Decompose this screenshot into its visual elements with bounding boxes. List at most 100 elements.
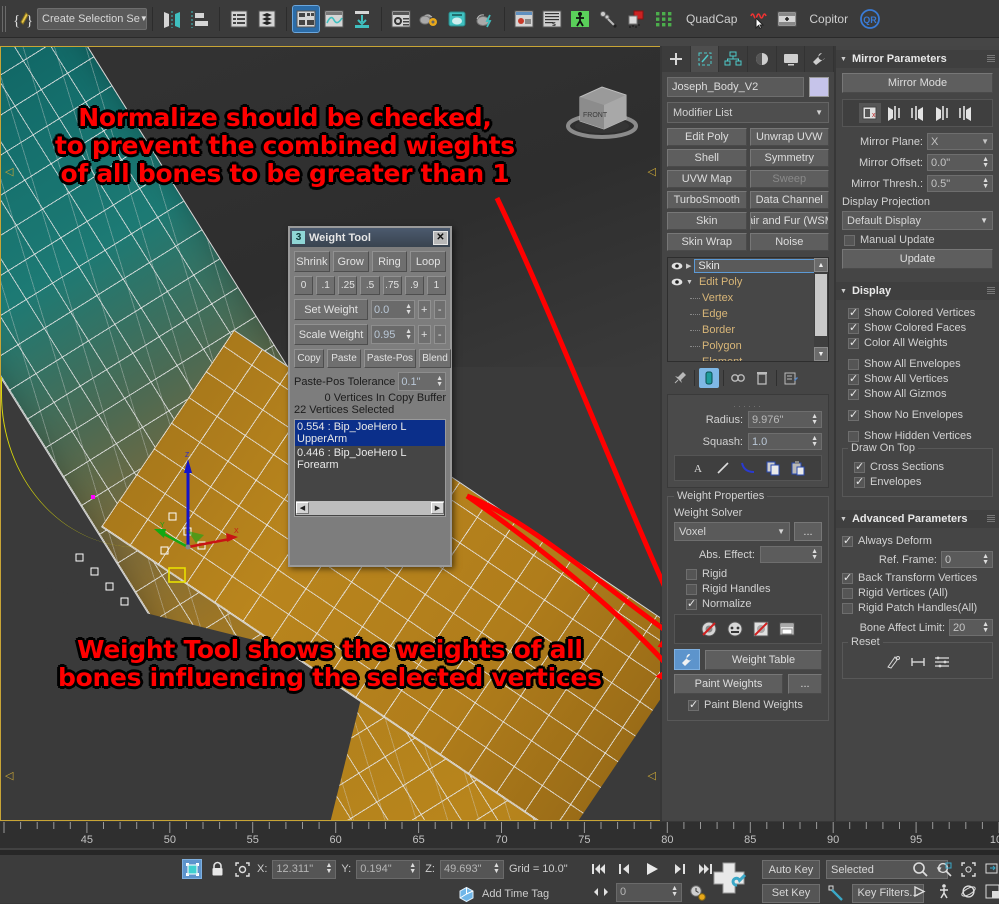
render-setup-icon[interactable]: s (539, 6, 565, 32)
stack-item-edit-poly[interactable]: ▼ Edit Poly (668, 274, 828, 290)
always-deform-row[interactable]: Always Deform (842, 534, 993, 547)
normalize-checkbox-row[interactable]: Normalize (686, 597, 822, 610)
paint-blend-weights-row[interactable]: Paint Blend Weights (688, 698, 822, 711)
squiggle-cursor-icon[interactable] (746, 6, 772, 32)
paint-weights-button[interactable]: Paint Weights (674, 674, 783, 694)
copy-icon[interactable] (762, 458, 784, 478)
key-mode-toggle-icon[interactable] (826, 883, 846, 903)
close-icon[interactable]: ✕ (433, 230, 448, 245)
curve-icon[interactable] (737, 458, 759, 478)
show-all-envelopes-checkbox[interactable] (848, 358, 859, 370)
display-projection-dropdown[interactable]: Default Display ▼ (842, 211, 993, 230)
curve-editor-icon[interactable] (321, 6, 347, 32)
weight-tool-dialog[interactable]: 3 Weight Tool ✕ Shrink Grow Ring Loop 0 … (288, 226, 452, 567)
import-icon[interactable] (349, 6, 375, 32)
mirror-mode-button[interactable]: Mirror Mode (842, 73, 993, 93)
spinner-arrows-icon[interactable]: ▲ ▼ (405, 303, 412, 316)
spinner-arrows-icon[interactable]: ▲ ▼ (982, 177, 989, 190)
quadcap-button[interactable]: QuadCap (678, 12, 745, 26)
zoom-region-icon[interactable] (982, 859, 999, 879)
modifier-symmetry[interactable]: Symmetry (749, 149, 829, 167)
advanced-parameters-header[interactable]: ▼ Advanced Parameters (836, 510, 999, 528)
viewport-expand-left-icon[interactable]: ◁ (5, 165, 13, 178)
toolbar-grip[interactable] (2, 5, 7, 32)
include-vertices-icon[interactable] (724, 618, 746, 640)
view-cube[interactable]: FRONT (560, 79, 644, 149)
paste-green-bone-icon[interactable] (931, 103, 953, 123)
color-all-weights-row[interactable]: Color All Weights (848, 336, 993, 349)
selection-lock-icon[interactable] (182, 859, 202, 879)
weight-tool-titlebar[interactable]: 3 Weight Tool ✕ (290, 228, 450, 247)
display-rollout-header[interactable]: ▼ Display (836, 282, 999, 300)
paste-blue-bone-icon[interactable] (955, 103, 977, 123)
reset-selected-bone-icon[interactable] (909, 654, 927, 673)
rigid-patch-handles-checkbox[interactable] (842, 602, 853, 614)
rigid-handles-checkbox-row[interactable]: Rigid Handles (686, 583, 822, 595)
abs-absolute-icon[interactable]: A (687, 458, 709, 478)
spinner-arrows-icon[interactable]: ▲ ▼ (982, 553, 989, 566)
rigid-checkbox[interactable] (686, 568, 697, 580)
viewport-expand-bottomright-icon[interactable]: ◁ (648, 769, 656, 782)
rigid-patch-handles-row[interactable]: Rigid Patch Handles(All) (842, 602, 993, 614)
eye-icon[interactable] (671, 277, 683, 287)
stack-sub-vertex[interactable]: Vertex (668, 290, 828, 306)
update-button[interactable]: Update (842, 249, 993, 269)
reset-all-bones-icon[interactable] (933, 654, 951, 673)
set-weight-button[interactable]: Set Weight (294, 299, 368, 320)
spinner-arrows-icon[interactable]: ▲ ▼ (811, 413, 818, 426)
qr-icon[interactable]: QR (857, 6, 883, 32)
stack-sub-polygon[interactable]: Polygon (668, 338, 828, 354)
viewport-expand-right-icon[interactable]: ◁ (648, 165, 656, 178)
show-all-gizmos-row[interactable]: Show All Gizmos (848, 387, 993, 400)
modifier-edit-poly[interactable]: Edit Poly (667, 128, 747, 146)
object-color-swatch[interactable] (809, 77, 829, 97)
motion-tab[interactable] (748, 46, 777, 72)
weight-table-button[interactable]: Weight Table (705, 649, 822, 670)
modifier-skin[interactable]: Skin (667, 212, 747, 230)
pan-icon[interactable] (910, 881, 930, 901)
rollout-grip-icon[interactable] (987, 55, 995, 63)
paste-to-mirror-icon[interactable]: x (858, 103, 881, 123)
scene-explorer-icon[interactable] (254, 6, 280, 32)
material-editor-icon[interactable] (388, 6, 414, 32)
show-all-vertices-checkbox[interactable] (848, 372, 859, 385)
stack-sub-border[interactable]: Border (668, 322, 828, 338)
spinner-arrows-icon[interactable]: ▲ ▼ (811, 435, 818, 448)
paste-green-to-blue-icon[interactable] (883, 103, 905, 123)
shrink-button[interactable]: Shrink (294, 251, 330, 272)
previous-frame-icon[interactable] (615, 859, 635, 879)
scroll-up-icon[interactable]: ▲ (814, 258, 828, 272)
back-transform-row[interactable]: Back Transform Vertices (842, 571, 993, 584)
modifier-stack[interactable]: ▶ Skin ▼ Edit Poly Vertex Edge Border Po… (667, 257, 829, 362)
pin-stack-icon[interactable] (670, 368, 690, 388)
stack-sub-element[interactable]: Element (668, 354, 828, 361)
modifier-skin-wrap[interactable]: Skin Wrap (667, 233, 747, 251)
scene-explorer-window-icon[interactable] (292, 4, 320, 33)
viewport-expand-bottomleft-icon[interactable]: ◁ (5, 769, 13, 782)
bone-affect-limit-spinner[interactable]: 20 ▲ ▼ (949, 619, 993, 636)
set-key-big-button[interactable] (708, 858, 752, 898)
rollout-grip-icon[interactable] (987, 287, 995, 295)
transform-gizmo[interactable]: Z X Y (138, 447, 248, 567)
paste-button[interactable]: Paste (327, 349, 361, 368)
envelopes-row[interactable]: Envelopes (854, 475, 987, 488)
bone-tools-icon[interactable] (595, 6, 621, 32)
layer-manager-icon[interactable] (226, 6, 252, 32)
spinner-arrows-icon[interactable]: ▲ ▼ (811, 548, 818, 561)
align-icon[interactable] (187, 6, 213, 32)
horizontal-scrollbar[interactable]: ◀ ▶ (296, 501, 444, 515)
weight-solver-dropdown[interactable]: Voxel ▼ (674, 522, 790, 541)
spinner-arrows-icon[interactable]: ▲ ▼ (493, 862, 500, 875)
eye-icon[interactable] (671, 261, 683, 271)
grid-icon[interactable] (651, 6, 677, 32)
show-no-envelopes-checkbox[interactable] (848, 408, 859, 421)
scroll-left-icon[interactable]: ◀ (296, 502, 309, 514)
maximize-viewport-icon[interactable] (982, 881, 999, 901)
object-name-field[interactable]: Joseph_Body_V2 (667, 77, 804, 97)
show-end-result-icon[interactable] (699, 368, 719, 388)
spinner-arrows-icon[interactable]: ▲ ▼ (405, 328, 412, 341)
show-no-envelopes-row[interactable]: Show No Envelopes (848, 408, 993, 421)
select-excluded-icon[interactable] (750, 618, 772, 640)
envelopes-checkbox[interactable] (854, 475, 865, 488)
blend-button[interactable]: Blend (419, 349, 451, 368)
